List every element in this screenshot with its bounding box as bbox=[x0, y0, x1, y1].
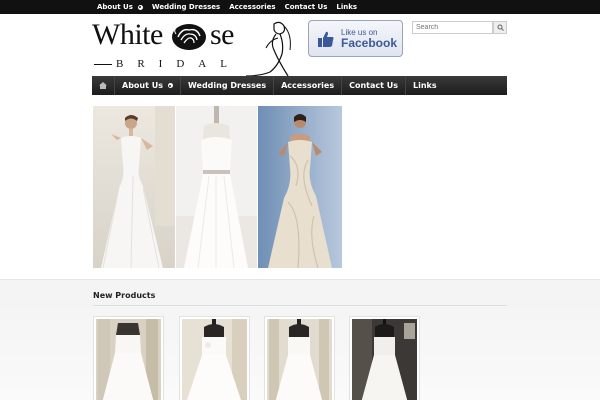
top-nav-label: Accessories bbox=[229, 3, 276, 11]
product-card[interactable] bbox=[93, 316, 164, 400]
main-nav-links[interactable]: Links bbox=[404, 76, 444, 95]
main-nav-label: Links bbox=[412, 81, 437, 90]
main-nav-accessories[interactable]: Accessories bbox=[273, 76, 341, 95]
main-nav-about-us[interactable]: About Us bbox=[114, 76, 180, 95]
search-icon bbox=[497, 24, 504, 31]
bride-silhouette-icon bbox=[245, 21, 291, 77]
product-card[interactable] bbox=[179, 316, 250, 400]
home-icon bbox=[99, 82, 107, 89]
search-input[interactable] bbox=[412, 21, 493, 34]
rose-icon bbox=[172, 24, 206, 50]
top-nav-label: About Us bbox=[97, 3, 133, 11]
strapless-gown-mannequin-photo[interactable] bbox=[176, 106, 257, 268]
draped-satin-gown-photo[interactable] bbox=[258, 106, 342, 268]
facebook-like-button[interactable]: Like us on Facebook bbox=[308, 20, 403, 57]
logo-text-white: White bbox=[92, 18, 163, 51]
section-divider bbox=[93, 305, 507, 306]
main-nav-label: Contact Us bbox=[349, 81, 398, 90]
gown-product-3 bbox=[267, 319, 332, 400]
top-nav-label: Contact Us bbox=[284, 3, 328, 11]
submenu-indicator-icon bbox=[167, 83, 173, 88]
main-nav: About Us Wedding Dresses Accessories Con… bbox=[92, 76, 507, 95]
top-nav: About Us Wedding Dresses Accessories Con… bbox=[97, 0, 366, 14]
submenu-indicator-icon bbox=[137, 4, 143, 10]
top-nav-links[interactable]: Links bbox=[336, 3, 357, 11]
gown-product-4 bbox=[352, 319, 417, 400]
bride-lace-gown-photo[interactable] bbox=[93, 106, 175, 268]
main-nav-label: Accessories bbox=[281, 81, 335, 90]
product-card[interactable] bbox=[264, 316, 335, 400]
main-nav-label: About Us bbox=[122, 81, 163, 90]
product-card[interactable] bbox=[349, 316, 420, 400]
facebook-line2: Facebook bbox=[341, 35, 398, 50]
site-logo[interactable]: White se BRIDAL bbox=[92, 18, 297, 78]
top-nav-label: Links bbox=[336, 3, 358, 11]
gown-product-2 bbox=[182, 319, 247, 400]
home-link[interactable] bbox=[92, 82, 114, 89]
top-nav-contact-us[interactable]: Contact Us bbox=[285, 3, 328, 11]
thumbs-up-icon bbox=[318, 31, 334, 47]
search-button[interactable] bbox=[493, 21, 507, 34]
top-nav-wedding-dresses[interactable]: Wedding Dresses bbox=[152, 3, 220, 11]
top-nav-label: Wedding Dresses bbox=[151, 3, 221, 11]
logo-subtitle-text: BRIDAL bbox=[116, 58, 241, 70]
main-nav-label: Wedding Dresses bbox=[187, 81, 267, 90]
main-nav-wedding-dresses[interactable]: Wedding Dresses bbox=[179, 76, 273, 95]
gown-product-1 bbox=[96, 319, 161, 400]
top-nav-accessories[interactable]: Accessories bbox=[229, 3, 275, 11]
main-nav-contact-us[interactable]: Contact Us bbox=[341, 76, 405, 95]
logo-subtitle: BRIDAL bbox=[94, 58, 244, 70]
new-products-title: New Products bbox=[93, 291, 156, 300]
top-nav-about-us[interactable]: About Us bbox=[97, 3, 143, 11]
logo-text-se: se bbox=[210, 18, 235, 51]
